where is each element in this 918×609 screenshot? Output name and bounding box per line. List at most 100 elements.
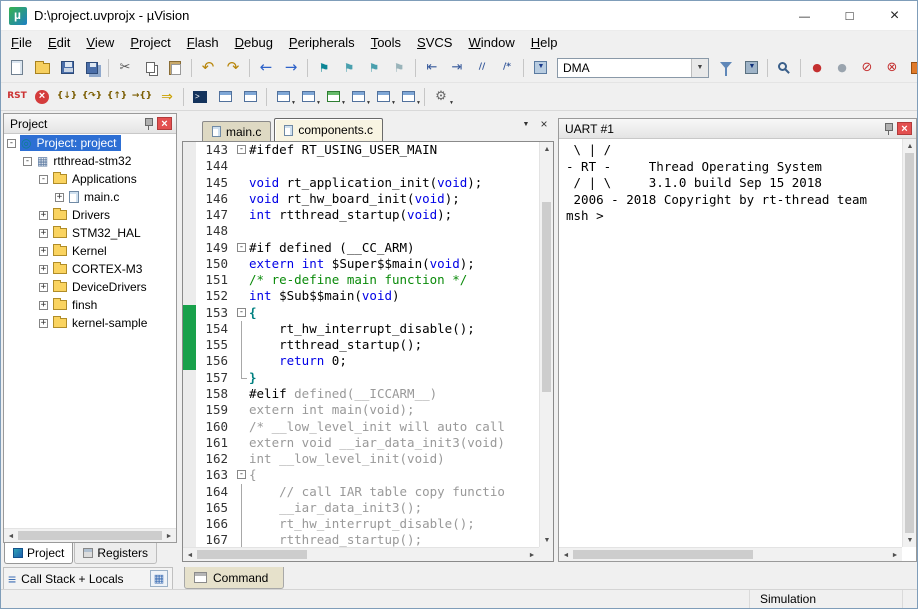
breakpoint-margin[interactable] [183,240,196,256]
breakpoint-margin[interactable] [183,337,196,353]
breakpoint-margin[interactable] [183,158,196,174]
scroll-left-icon[interactable] [559,548,573,562]
tab-registers[interactable]: Registers [74,543,157,564]
expand-toggle[interactable]: - [7,139,16,148]
code-line[interactable]: 158#elif defined(__ICCARM__) [183,386,539,402]
scroll-thumb[interactable] [905,153,914,533]
fold-toggle-icon[interactable]: - [237,308,246,317]
code-line[interactable]: 165 __iar_data_init3(); [183,500,539,516]
scroll-left-icon[interactable] [183,548,197,562]
breakpoint-margin[interactable] [183,467,196,483]
breakpoint-margin[interactable] [183,191,196,207]
debug-settings-button[interactable]: ⚙ [429,85,453,109]
code-line[interactable]: 164 // call IAR table copy functio [183,484,539,500]
scroll-thumb[interactable] [197,550,307,559]
tree-item-drivers[interactable]: +Drivers [4,206,176,224]
code-line[interactable]: 163-{ [183,467,539,483]
breakpoint-margin[interactable] [183,256,196,272]
dropdown-arrow-icon[interactable] [449,93,454,107]
close-button[interactable] [872,1,917,30]
tree-item-cortex-m3[interactable]: +CORTEX-M3 [4,260,176,278]
breakpoint-margin[interactable] [183,353,196,369]
close-document-icon[interactable]: × [536,116,552,132]
uncomment-selection-button[interactable]: /* [495,56,519,80]
disable-breakpoint-button[interactable]: ● [830,56,854,80]
code-area[interactable]: 143-#ifdef RT_USING_USER_MAIN144145void … [183,142,539,547]
redo-button[interactable]: ↷ [221,56,245,80]
undo-button[interactable]: ↶ [196,56,220,80]
breakpoint-margin[interactable] [183,500,196,516]
code-line[interactable]: 159extern int main(void); [183,402,539,418]
tree-item-rtthread-stm32[interactable]: -▦rtthread-stm32 [4,152,176,170]
show-next-statement-button[interactable]: ⇒ [155,85,179,109]
panel-grid-icon[interactable] [150,570,168,587]
code-line[interactable]: 156 return 0; [183,353,539,369]
breakpoint-margin[interactable] [183,370,196,386]
tree-item-finsh[interactable]: +finsh [4,296,176,314]
code-line[interactable]: 149-#if defined (__CC_ARM) [183,240,539,256]
save-button[interactable] [55,56,79,80]
fold-toggle-icon[interactable]: - [237,243,246,252]
panel-close-icon[interactable] [897,122,912,135]
new-file-button[interactable] [5,56,29,80]
disable-all-breakpoints-button[interactable]: ⊘ [855,56,879,80]
breakpoint-margin[interactable] [183,321,196,337]
tree-item-main-c[interactable]: +main.c [4,188,176,206]
breakpoint-margin[interactable] [183,386,196,402]
help-book-button[interactable] [906,56,918,80]
kill-all-breakpoints-button[interactable]: ⊗ [880,56,904,80]
fold-toggle-icon[interactable]: - [237,470,246,479]
step-over-button[interactable]: {↷} [80,85,104,109]
maximize-button[interactable] [827,1,872,30]
flash-download-button[interactable] [739,56,763,80]
tab-project[interactable]: Project [4,543,73,564]
navigate-forward-button[interactable]: → [279,56,303,80]
navigate-back-button[interactable]: ← [254,56,278,80]
indent-right-button[interactable]: ⇥ [445,56,469,80]
bookmark-clear-all-button[interactable]: ⚑ [387,56,411,80]
scroll-thumb[interactable] [18,531,162,540]
menu-debug[interactable]: Debug [227,33,281,52]
code-line[interactable]: 145void rt_application_init(void); [183,175,539,191]
cut-button[interactable]: ✂ [113,56,137,80]
tab-components-c[interactable]: components.c [274,118,383,141]
copy-button[interactable] [138,56,162,80]
fold-toggle-icon[interactable]: - [237,145,246,154]
dropdown-arrow-icon[interactable] [691,59,708,77]
breakpoint-margin[interactable] [183,451,196,467]
tree-item-devicedrivers[interactable]: +DeviceDrivers [4,278,176,296]
expand-toggle[interactable]: + [39,247,48,256]
disassembly-window-button[interactable] [213,85,237,109]
breakpoint-margin[interactable] [183,484,196,500]
open-button[interactable] [30,56,54,80]
step-into-button[interactable]: {↓} [55,85,79,109]
command-window-button[interactable] [188,85,212,109]
menu-view[interactable]: View [78,33,122,52]
tab-command[interactable]: Command [184,567,284,589]
expand-toggle[interactable]: - [39,175,48,184]
serial-windows-button[interactable] [321,85,345,109]
reset-cpu-button[interactable]: RST [5,85,29,109]
pin-icon[interactable] [883,122,894,135]
tree-item-applications[interactable]: -Applications [4,170,176,188]
expand-toggle[interactable]: + [55,193,64,202]
code-line[interactable]: 146void rt_hw_board_init(void); [183,191,539,207]
expand-toggle[interactable]: + [39,211,48,220]
expand-toggle[interactable]: + [39,229,48,238]
target-select[interactable]: DMA [557,58,709,78]
tree-item-kernel-sample[interactable]: +kernel-sample [4,314,176,332]
menu-edit[interactable]: Edit [40,33,78,52]
code-line[interactable]: 152int $Sub$$main(void) [183,288,539,304]
code-line[interactable]: 160/* __low_level_init will auto call [183,419,539,435]
scroll-up-icon[interactable] [903,139,917,153]
breakpoint-margin[interactable] [183,272,196,288]
symbol-window-button[interactable] [238,85,262,109]
breakpoint-margin[interactable] [183,435,196,451]
uart-vscrollbar[interactable] [902,139,916,547]
breakpoint-margin[interactable] [183,142,196,158]
uart-hscrollbar[interactable] [559,547,902,561]
tree-item-kernel[interactable]: +Kernel [4,242,176,260]
bookmark-previous-button[interactable]: ⚑ [337,56,361,80]
code-line[interactable]: 166 rt_hw_interrupt_disable(); [183,516,539,532]
target-options-button[interactable] [714,56,738,80]
